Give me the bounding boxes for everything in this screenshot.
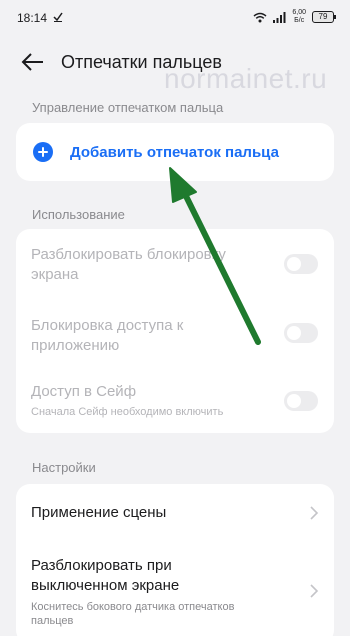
- network-speed-value: 6,00: [292, 9, 306, 16]
- usage-item-title-line2: экрана: [31, 266, 79, 283]
- page-title: Отпечатки пальцев: [61, 52, 222, 72]
- settings-item-title-line2: выключенном экране: [31, 577, 180, 594]
- add-fingerprint-button[interactable]: Добавить отпечаток пальца: [16, 123, 334, 181]
- usage-card: Разблокировать блокировку экрана Блокиро…: [16, 229, 334, 433]
- settings-item-subtitle-line2: пальцев: [31, 615, 74, 627]
- network-speed: 6,00 Б/с: [292, 9, 306, 25]
- usage-item-subtitle: Сначала Сейф необходимо включить: [31, 406, 224, 418]
- header: Отпечатки пальцев: [0, 44, 350, 80]
- wifi-icon: [253, 12, 267, 22]
- app-lock-toggle[interactable]: [284, 323, 318, 343]
- section-label-usage: Использование: [32, 207, 125, 222]
- battery-icon: 79: [312, 11, 336, 23]
- usage-item-title-line1: Блокировка доступа к: [31, 317, 184, 334]
- add-fingerprint-label: Добавить отпечаток пальца: [70, 144, 279, 161]
- usage-item-unlock-screen[interactable]: Разблокировать блокировку экрана: [16, 229, 334, 301]
- usage-item-title-line1: Разблокировать блокировку: [31, 246, 226, 263]
- usage-item-title: Доступ в Сейф: [31, 383, 137, 400]
- section-label-settings: Настройки: [32, 460, 96, 475]
- plus-circle-icon: [33, 142, 53, 162]
- status-bar: 18:14 6,00 Б/с 79: [0, 0, 350, 36]
- settings-item-subtitle-line1: Коснитесь бокового датчика отпечатков: [31, 601, 235, 613]
- settings-item-screen-off-unlock[interactable]: Разблокировать при выключенном экране Ко…: [16, 542, 334, 636]
- download-check-icon: [53, 12, 63, 22]
- usage-item-safe[interactable]: Доступ в Сейф Сначала Сейф необходимо вк…: [16, 369, 334, 433]
- section-label-manage: Управление отпечатком пальца: [32, 100, 224, 115]
- chevron-right-icon: [310, 584, 319, 598]
- settings-item-title: Применение сцены: [31, 504, 167, 521]
- back-arrow-icon[interactable]: [20, 50, 46, 74]
- status-icons: 6,00 Б/с 79: [253, 9, 336, 25]
- network-speed-unit: Б/с: [294, 17, 305, 24]
- usage-item-title-line2: приложению: [31, 337, 120, 354]
- unlock-screen-toggle[interactable]: [284, 254, 318, 274]
- usage-item-app-lock[interactable]: Блокировка доступа к приложению: [16, 301, 334, 369]
- safe-toggle[interactable]: [284, 391, 318, 411]
- status-time: 18:14: [17, 11, 48, 25]
- settings-item-title-line1: Разблокировать при: [31, 557, 172, 574]
- chevron-right-icon: [310, 506, 319, 520]
- signal-icon: [273, 11, 286, 23]
- add-fingerprint-card: Добавить отпечаток пальца: [16, 123, 334, 181]
- settings-item-scene[interactable]: Применение сцены: [16, 484, 334, 542]
- settings-card: Применение сцены Разблокировать при выкл…: [16, 484, 334, 636]
